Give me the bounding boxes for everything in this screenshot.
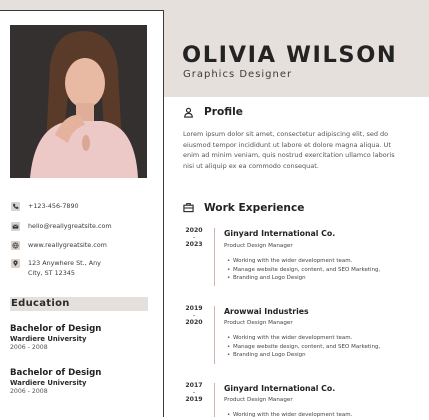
- profile-heading: Profile: [204, 106, 243, 118]
- start-year: 2020: [185, 227, 203, 234]
- job-dates: 2017 - 2019: [183, 382, 205, 403]
- phone-text: +123-456-7890: [28, 202, 79, 210]
- experience-heading: Work Experience: [204, 202, 305, 214]
- location-pin-icon: [11, 259, 20, 268]
- person-name: OLIVIA WILSON: [182, 42, 398, 68]
- bullet-item: Working with the wider development team.: [227, 411, 352, 420]
- job-role: Product Design Manager: [224, 320, 293, 326]
- timeline-line: [214, 228, 215, 286]
- address-text: 123 Anywhere St., Any City, ST 12345: [28, 259, 101, 278]
- end-year: 2023: [185, 241, 203, 248]
- bullet-item: Branding and Logo Design: [227, 351, 380, 360]
- job-dates: 2020 - 2023: [183, 227, 205, 248]
- years: 2006 - 2008: [10, 344, 48, 351]
- job-bullets: Working with the wider development team.: [227, 411, 352, 420]
- years: 2006 - 2008: [10, 388, 48, 395]
- education-item: Bachelor of Design Wardiere University 2…: [10, 368, 101, 395]
- job-bullets: Working with the wider development team.…: [227, 334, 380, 360]
- briefcase-icon: [183, 203, 194, 213]
- profile-text: Lorem ipsum dolor sit amet, consectetur …: [183, 129, 429, 171]
- bullet-item: Branding and Logo Design: [227, 274, 380, 283]
- profile-line: nisi ut aliquip ex ea commodo consequat.: [183, 161, 319, 170]
- company-name: Arowwai Industries: [224, 307, 309, 316]
- job-title: Graphics Designer: [183, 69, 293, 80]
- job-dates: 2019 - 2020: [183, 305, 205, 326]
- person-icon: [184, 107, 193, 118]
- start-year: 2017: [185, 382, 203, 389]
- company-name: Ginyard International Co.: [224, 229, 336, 238]
- globe-icon: [11, 241, 20, 250]
- degree: Bachelor of Design: [10, 368, 102, 378]
- job-role: Product Design Manager: [224, 397, 293, 403]
- profile-line: enim ad minim veniam, quis nostrud exerc…: [183, 151, 395, 159]
- end-year: 2020: [185, 319, 203, 326]
- contact-phone: +123-456-7890: [11, 202, 79, 211]
- job-role: Product Design Manager: [224, 243, 293, 249]
- profile-line: Lorem ipsum dolor sit amet, consectetur …: [183, 130, 389, 138]
- timeline-line: [214, 306, 215, 364]
- website-text: www.reallygreatsite.com: [28, 241, 107, 249]
- company-name: Ginyard International Co.: [224, 384, 336, 393]
- timeline-line: [214, 383, 215, 417]
- date-separator: -: [192, 312, 196, 319]
- date-separator: -: [192, 389, 196, 396]
- profile-photo: [10, 25, 147, 178]
- address-line-1: 123 Anywhere St., Any: [28, 259, 101, 267]
- phone-icon: [11, 202, 20, 211]
- bullet-item: Working with the wider development team.: [227, 334, 380, 343]
- bullet-item: Working with the wider development team.: [227, 257, 380, 266]
- contact-address: 123 Anywhere St., Any City, ST 12345: [11, 259, 101, 278]
- bullet-item: Manage website design, content, and SEO …: [227, 343, 380, 352]
- education-item: Bachelor of Design Wardiere University 2…: [10, 324, 101, 351]
- job-bullets: Working with the wider development team.…: [227, 257, 380, 283]
- end-year: 2019: [185, 396, 203, 403]
- date-separator: -: [192, 234, 196, 241]
- profile-line: eiusmod tempor incididunt ut labore et d…: [183, 140, 391, 149]
- education-heading: Education: [10, 297, 148, 311]
- contact-website: www.reallygreatsite.com: [11, 241, 107, 250]
- address-line-2: City, ST 12345: [28, 268, 75, 277]
- school: Wardiere University: [10, 379, 87, 387]
- school: Wardiere University: [10, 335, 87, 343]
- email-text: hello@reallygreatsite.com: [28, 222, 112, 230]
- degree: Bachelor of Design: [10, 324, 102, 334]
- sidebar: +123-456-7890 hello@reallygreatsite.com …: [0, 10, 164, 417]
- email-icon: [11, 222, 20, 231]
- bullet-item: Manage website design, content, and SEO …: [227, 266, 380, 275]
- contact-email: hello@reallygreatsite.com: [11, 222, 112, 231]
- start-year: 2019: [185, 305, 203, 312]
